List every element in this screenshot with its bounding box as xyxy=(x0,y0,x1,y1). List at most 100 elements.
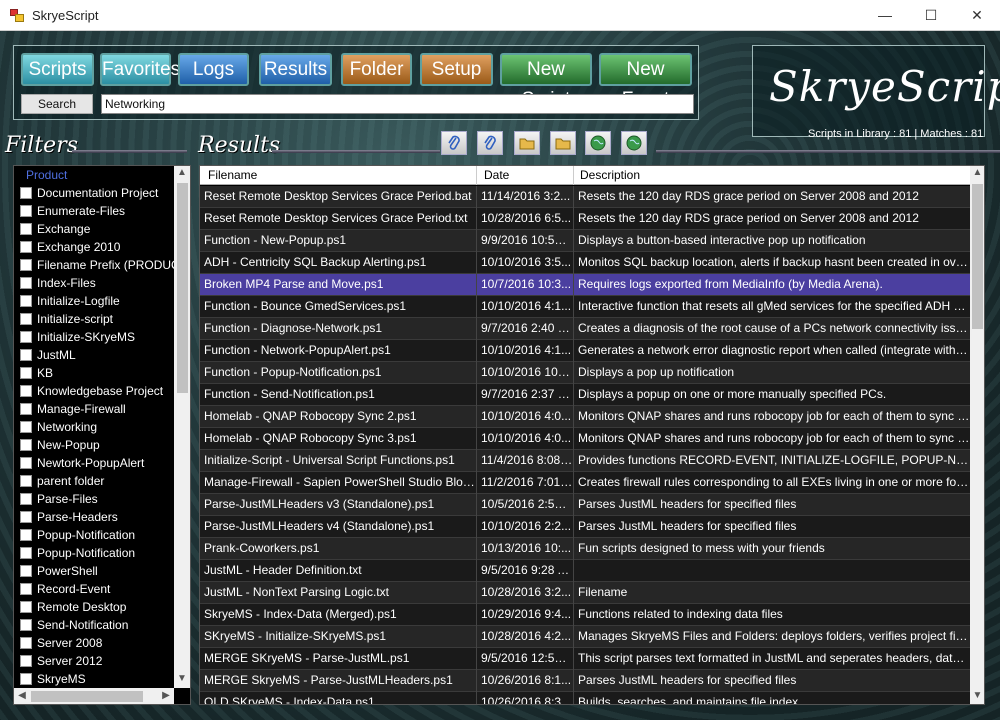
filter-item[interactable]: Exchange 2010 xyxy=(20,240,120,258)
scroll-up-arrow[interactable]: ▲ xyxy=(174,167,190,178)
folder-icon[interactable] xyxy=(550,131,576,155)
table-row-selected[interactable]: Broken MP4 Parse and Move.ps1 10/7/2016 1… xyxy=(200,274,970,296)
filter-checkbox[interactable] xyxy=(20,529,32,541)
filter-checkbox[interactable] xyxy=(20,601,32,613)
column-header-filename[interactable]: Filename xyxy=(208,168,257,182)
filter-item[interactable]: Remote Desktop xyxy=(20,600,126,618)
table-row[interactable]: Initialize-Script - Universal Script Fun… xyxy=(200,450,970,472)
table-row[interactable]: Reset Remote Desktop Services Grace Peri… xyxy=(200,186,970,208)
filter-checkbox[interactable] xyxy=(20,403,32,415)
filter-checkbox[interactable] xyxy=(20,583,32,595)
table-row[interactable]: Parse-JustMLHeaders v3 (Standalone).ps1 1… xyxy=(200,494,970,516)
table-row[interactable]: SkryeMS - Index-Data (Merged).ps1 10/29/2… xyxy=(200,604,970,626)
filters-horizontal-scrollbar[interactable]: ◀ ▶ xyxy=(14,688,174,704)
filter-checkbox[interactable] xyxy=(20,277,32,289)
table-row[interactable]: JustML - NonText Parsing Logic.txt 10/28/… xyxy=(200,582,970,604)
table-row[interactable]: Function - Diagnose-Network.ps1 9/7/2016 … xyxy=(200,318,970,340)
table-row[interactable]: MERGE SKryeMS - Parse-JustML.ps1 9/5/2016… xyxy=(200,648,970,670)
scroll-left-arrow[interactable]: ◀ xyxy=(14,690,30,701)
results-button[interactable]: Results xyxy=(259,53,332,86)
filter-item[interactable]: Initialize-script xyxy=(20,312,113,330)
filter-checkbox[interactable] xyxy=(20,619,32,631)
filter-checkbox[interactable] xyxy=(20,205,32,217)
filter-item[interactable]: parent folder xyxy=(20,474,104,492)
filter-checkbox[interactable] xyxy=(20,493,32,505)
search-input[interactable]: Networking xyxy=(101,94,694,114)
attach-icon[interactable] xyxy=(441,131,467,155)
filter-item[interactable]: Networking xyxy=(20,420,97,438)
globe-icon[interactable] xyxy=(585,131,611,155)
filter-checkbox[interactable] xyxy=(20,349,32,361)
globe-web-icon[interactable] xyxy=(621,131,647,155)
filter-item[interactable]: Initialize-Logfile xyxy=(20,294,120,312)
filter-checkbox[interactable] xyxy=(20,565,32,577)
table-row[interactable]: Function - Network-PopupAlert.ps1 10/10/2… xyxy=(200,340,970,362)
filters-hscroll-thumb[interactable] xyxy=(31,691,143,702)
filter-checkbox[interactable] xyxy=(20,367,32,379)
table-row[interactable]: JustML - Header Definition.txt 9/5/2016 9… xyxy=(200,560,970,582)
table-row[interactable]: Function - New-Popup.ps1 9/9/2016 10:58 .… xyxy=(200,230,970,252)
setup-button[interactable]: Setup xyxy=(420,53,493,86)
filter-checkbox[interactable] xyxy=(20,331,32,343)
table-row[interactable]: Reset Remote Desktop Services Grace Peri… xyxy=(200,208,970,230)
filter-item[interactable]: Popup-Notification xyxy=(20,528,135,546)
filter-checkbox[interactable] xyxy=(20,475,32,487)
table-row[interactable]: Manage-Firewall - Sapien PowerShell Stud… xyxy=(200,472,970,494)
new-script-button[interactable]: New Script xyxy=(500,53,592,110)
results-vertical-scrollbar[interactable]: ▲ ▼ xyxy=(970,166,984,704)
filter-checkbox[interactable] xyxy=(20,295,32,307)
filter-checkbox[interactable] xyxy=(20,421,32,433)
scripts-button[interactable]: Scripts xyxy=(21,53,94,86)
open-folder-icon[interactable] xyxy=(514,131,540,155)
maximize-button[interactable]: ☐ xyxy=(908,0,954,31)
results-scroll-up-arrow[interactable]: ▲ xyxy=(970,167,984,178)
filter-checkbox[interactable] xyxy=(20,313,32,325)
filter-item[interactable]: Initialize-SKryeMS xyxy=(20,330,135,348)
table-row[interactable]: Function - Send-Notification.ps1 9/7/2016… xyxy=(200,384,970,406)
filter-checkbox[interactable] xyxy=(20,457,32,469)
table-row[interactable]: Prank-Coworkers.ps1 10/13/2016 10:... Fun … xyxy=(200,538,970,560)
filter-item[interactable]: JustML xyxy=(20,348,76,366)
filter-item[interactable]: Exchange xyxy=(20,222,90,240)
column-header-description[interactable]: Description xyxy=(580,168,640,182)
filter-item[interactable]: New-Popup xyxy=(20,438,100,456)
filter-checkbox[interactable] xyxy=(20,259,32,271)
results-scroll-thumb[interactable] xyxy=(972,184,983,329)
minimize-button[interactable]: — xyxy=(862,0,908,31)
table-row[interactable]: Homelab - QNAP Robocopy Sync 3.ps1 10/10/… xyxy=(200,428,970,450)
filter-item[interactable]: Popup-Notification xyxy=(20,546,135,564)
favorites-button[interactable]: Favorites xyxy=(100,53,180,86)
filter-checkbox[interactable] xyxy=(20,637,32,649)
filter-checkbox[interactable] xyxy=(20,187,32,199)
filter-item[interactable]: KB xyxy=(20,366,53,384)
filter-checkbox[interactable] xyxy=(20,547,32,559)
close-button[interactable]: ✕ xyxy=(954,0,1000,31)
filter-item[interactable]: Manage-Firewall xyxy=(20,402,126,420)
filter-item[interactable]: Send-Notification xyxy=(20,618,128,636)
filter-item[interactable]: Documentation Project xyxy=(20,186,158,204)
logs-button[interactable]: Logs xyxy=(178,53,249,86)
filter-item[interactable]: Record-Event xyxy=(20,582,110,600)
filter-item[interactable]: Server 2008 xyxy=(20,636,102,654)
table-row[interactable]: OLD SKryeMS - Index-Data.ps1 10/26/2016 8… xyxy=(200,692,970,704)
filter-item[interactable]: Enumerate-Files xyxy=(20,204,125,222)
table-row[interactable]: SKryeMS - Initialize-SKryeMS.ps1 10/28/20… xyxy=(200,626,970,648)
filter-checkbox[interactable] xyxy=(20,511,32,523)
filter-item[interactable]: Index-Files xyxy=(20,276,96,294)
filters-scroll-thumb[interactable] xyxy=(177,183,188,393)
scroll-down-arrow[interactable]: ▼ xyxy=(174,673,190,684)
filter-checkbox[interactable] xyxy=(20,673,32,685)
filter-checkbox[interactable] xyxy=(20,385,32,397)
attach-all-icon[interactable] xyxy=(477,131,503,155)
results-scroll-down-arrow[interactable]: ▼ xyxy=(970,690,984,701)
search-button[interactable]: Search xyxy=(21,94,93,114)
filter-item[interactable]: Parse-Files xyxy=(20,492,98,510)
filter-checkbox[interactable] xyxy=(20,439,32,451)
new-funct-button[interactable]: New Funct xyxy=(599,53,692,110)
table-row[interactable]: ADH - Centricity SQL Backup Alerting.ps1… xyxy=(200,252,970,274)
column-header-date[interactable]: Date xyxy=(484,168,509,182)
scroll-right-arrow[interactable]: ▶ xyxy=(158,690,174,701)
filters-vertical-scrollbar[interactable]: ▲ ▼ xyxy=(174,166,190,688)
filter-item[interactable]: PowerShell xyxy=(20,564,98,582)
table-row[interactable]: Function - Popup-Notification.ps1 10/10/2… xyxy=(200,362,970,384)
